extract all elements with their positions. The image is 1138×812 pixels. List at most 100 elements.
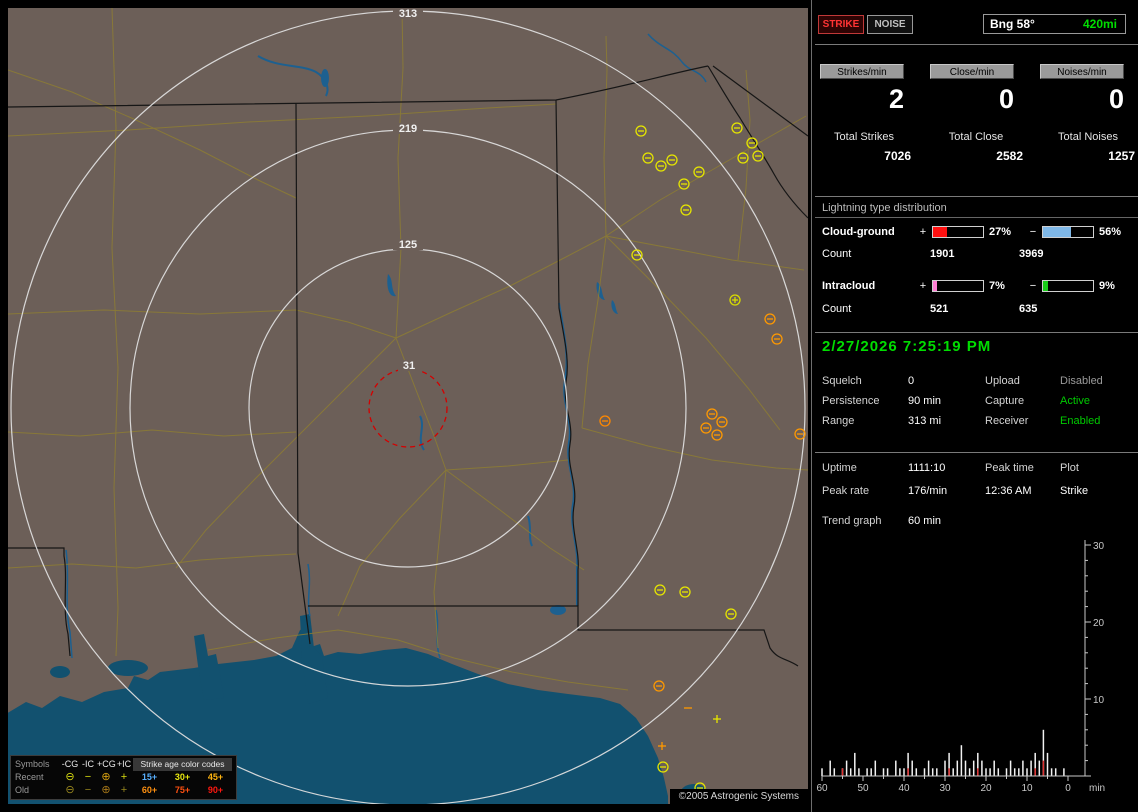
noises-per-min-chip[interactable]: Noises/min	[1040, 64, 1124, 79]
trend-graph-label: Trend graph	[822, 515, 908, 527]
range-label: Range	[822, 415, 908, 427]
close-per-min-value: 0	[930, 84, 1014, 115]
cg-plus-bar-fill	[933, 227, 947, 237]
cg-plus-count: 1901	[930, 248, 1019, 260]
legend-col-ic-pos: +IC	[115, 758, 133, 771]
legend-age-60: 60+	[133, 784, 166, 797]
squelch-value: 0	[908, 375, 985, 387]
legend-old-label: Old	[15, 784, 61, 797]
total-strikes-value: 7026	[815, 149, 913, 163]
legend-old-ic-neg-icon: −	[79, 784, 97, 797]
x-tick-20: 20	[980, 783, 992, 794]
ic-plus-pct: 7%	[987, 280, 1027, 292]
trend-graph: 30 20 10 60 50 40 30 20 10 0 min	[817, 536, 1138, 810]
persistence-value: 90 min	[908, 395, 985, 407]
bearing-box: Bng 58° 420mi	[983, 14, 1126, 34]
legend-age-75: 75+	[166, 784, 199, 797]
separator	[815, 44, 1138, 45]
settings-row-1: Squelch 0 Upload Disabled	[822, 375, 1103, 387]
bearing-range: 420mi	[1083, 17, 1125, 31]
peak-time-label: Peak time	[985, 462, 1060, 474]
distribution-title: Lightning type distribution	[822, 202, 947, 214]
y-tick-10: 10	[1093, 695, 1105, 706]
peak-time-value: 12:36 AM	[985, 485, 1060, 497]
legend-recent-cg-pos-icon: ⊕	[97, 771, 115, 784]
plot-value: Strike	[1060, 485, 1088, 497]
panel-divider	[811, 0, 812, 812]
noise-button[interactable]: NOISE	[867, 15, 913, 34]
ring-label-125: 125	[399, 239, 417, 251]
minus-sign: −	[1027, 226, 1039, 238]
trend-x-ticks	[822, 776, 1068, 781]
legend-recent-ic-pos-icon: +	[115, 771, 133, 784]
cg-minus-count: 3969	[1019, 248, 1043, 260]
legend-symbols-header: Symbols	[15, 758, 61, 771]
legend-old-cg-pos-icon: ⊕	[97, 784, 115, 797]
map-svg: 313 219 125 31	[8, 8, 808, 804]
upload-value: Disabled	[1060, 375, 1103, 387]
legend-age-30: 30+	[166, 771, 199, 784]
plus-sign: +	[917, 226, 929, 238]
count-label: Count	[822, 248, 930, 260]
upload-label: Upload	[985, 375, 1060, 387]
ring-label-313: 313	[399, 8, 417, 20]
strikes-per-min-value: 2	[820, 84, 904, 115]
separator	[815, 196, 1138, 197]
ring-label-219: 219	[399, 123, 417, 135]
uptime-value: 1111:10	[908, 462, 985, 474]
ic-plus-bar-fill	[933, 281, 937, 291]
legend-col-cg-neg: -CG	[61, 758, 79, 771]
ic-minus-pct: 9%	[1097, 280, 1137, 292]
trend-bars	[821, 730, 1064, 776]
x-tick-50: 50	[857, 783, 869, 794]
x-axis-unit: min	[1089, 783, 1105, 794]
legend-col-cg-pos: +CG	[97, 758, 115, 771]
datetime-display: 2/27/2026 7:25:19 PM	[822, 338, 991, 355]
range-value: 313 mi	[908, 415, 985, 427]
total-close-value: 2582	[927, 149, 1025, 163]
legend-age-header: Strike age color codes	[133, 758, 232, 771]
cloud-ground-label: Cloud-ground	[822, 226, 917, 238]
peak-rate-label: Peak rate	[822, 485, 908, 497]
x-tick-30: 30	[939, 783, 951, 794]
ic-minus-bar-fill	[1043, 281, 1048, 291]
strike-map[interactable]: 313 219 125 31 Symbols -CG -IC +CG +IC S…	[8, 8, 808, 804]
side-panel: STRIKE NOISE Bng 58° 420mi Strikes/min C…	[815, 0, 1138, 812]
y-tick-30: 30	[1093, 541, 1105, 552]
ring-label-31: 31	[403, 360, 415, 372]
map-legend: Symbols -CG -IC +CG +IC Strike age color…	[10, 755, 237, 800]
legend-recent-ic-neg-icon: −	[79, 771, 97, 784]
cg-minus-pct: 56%	[1097, 226, 1137, 238]
plot-label: Plot	[1060, 462, 1079, 474]
legend-old-cg-neg-icon: ⊖	[61, 784, 79, 797]
trend-y-ticks	[1085, 545, 1091, 776]
cg-minus-bar-fill	[1043, 227, 1071, 237]
total-strikes-label: Total Strikes	[815, 131, 913, 143]
close-per-min-chip[interactable]: Close/min	[930, 64, 1014, 79]
cg-plus-bar	[932, 226, 984, 238]
total-close-label: Total Close	[927, 131, 1025, 143]
total-noises-label: Total Noises	[1039, 131, 1137, 143]
strike-button[interactable]: STRIKE	[818, 15, 864, 34]
plus-sign: +	[917, 280, 929, 292]
x-tick-10: 10	[1021, 783, 1033, 794]
x-tick-60: 60	[817, 783, 828, 794]
trend-graph-row: Trend graph 60 min	[822, 515, 985, 527]
settings-row-2: Persistence 90 min Capture Active	[822, 395, 1090, 407]
capture-label: Capture	[985, 395, 1060, 407]
intracloud-count-row: Count521635	[822, 303, 1037, 315]
cloud-ground-count-row: Count19013969	[822, 248, 1043, 260]
count-label: Count	[822, 303, 930, 315]
total-noises-value: 1257	[1039, 149, 1137, 163]
intracloud-label: Intracloud	[822, 280, 917, 292]
separator	[815, 452, 1138, 453]
legend-col-ic-neg: -IC	[79, 758, 97, 771]
legend-recent-label: Recent	[15, 771, 61, 784]
persistence-label: Persistence	[822, 395, 908, 407]
strikes-per-min-chip[interactable]: Strikes/min	[820, 64, 904, 79]
legend-age-45: 45+	[199, 771, 232, 784]
capture-value: Active	[1060, 395, 1090, 407]
ic-minus-count: 635	[1019, 303, 1037, 315]
x-tick-40: 40	[898, 783, 910, 794]
cg-minus-bar	[1042, 226, 1094, 238]
